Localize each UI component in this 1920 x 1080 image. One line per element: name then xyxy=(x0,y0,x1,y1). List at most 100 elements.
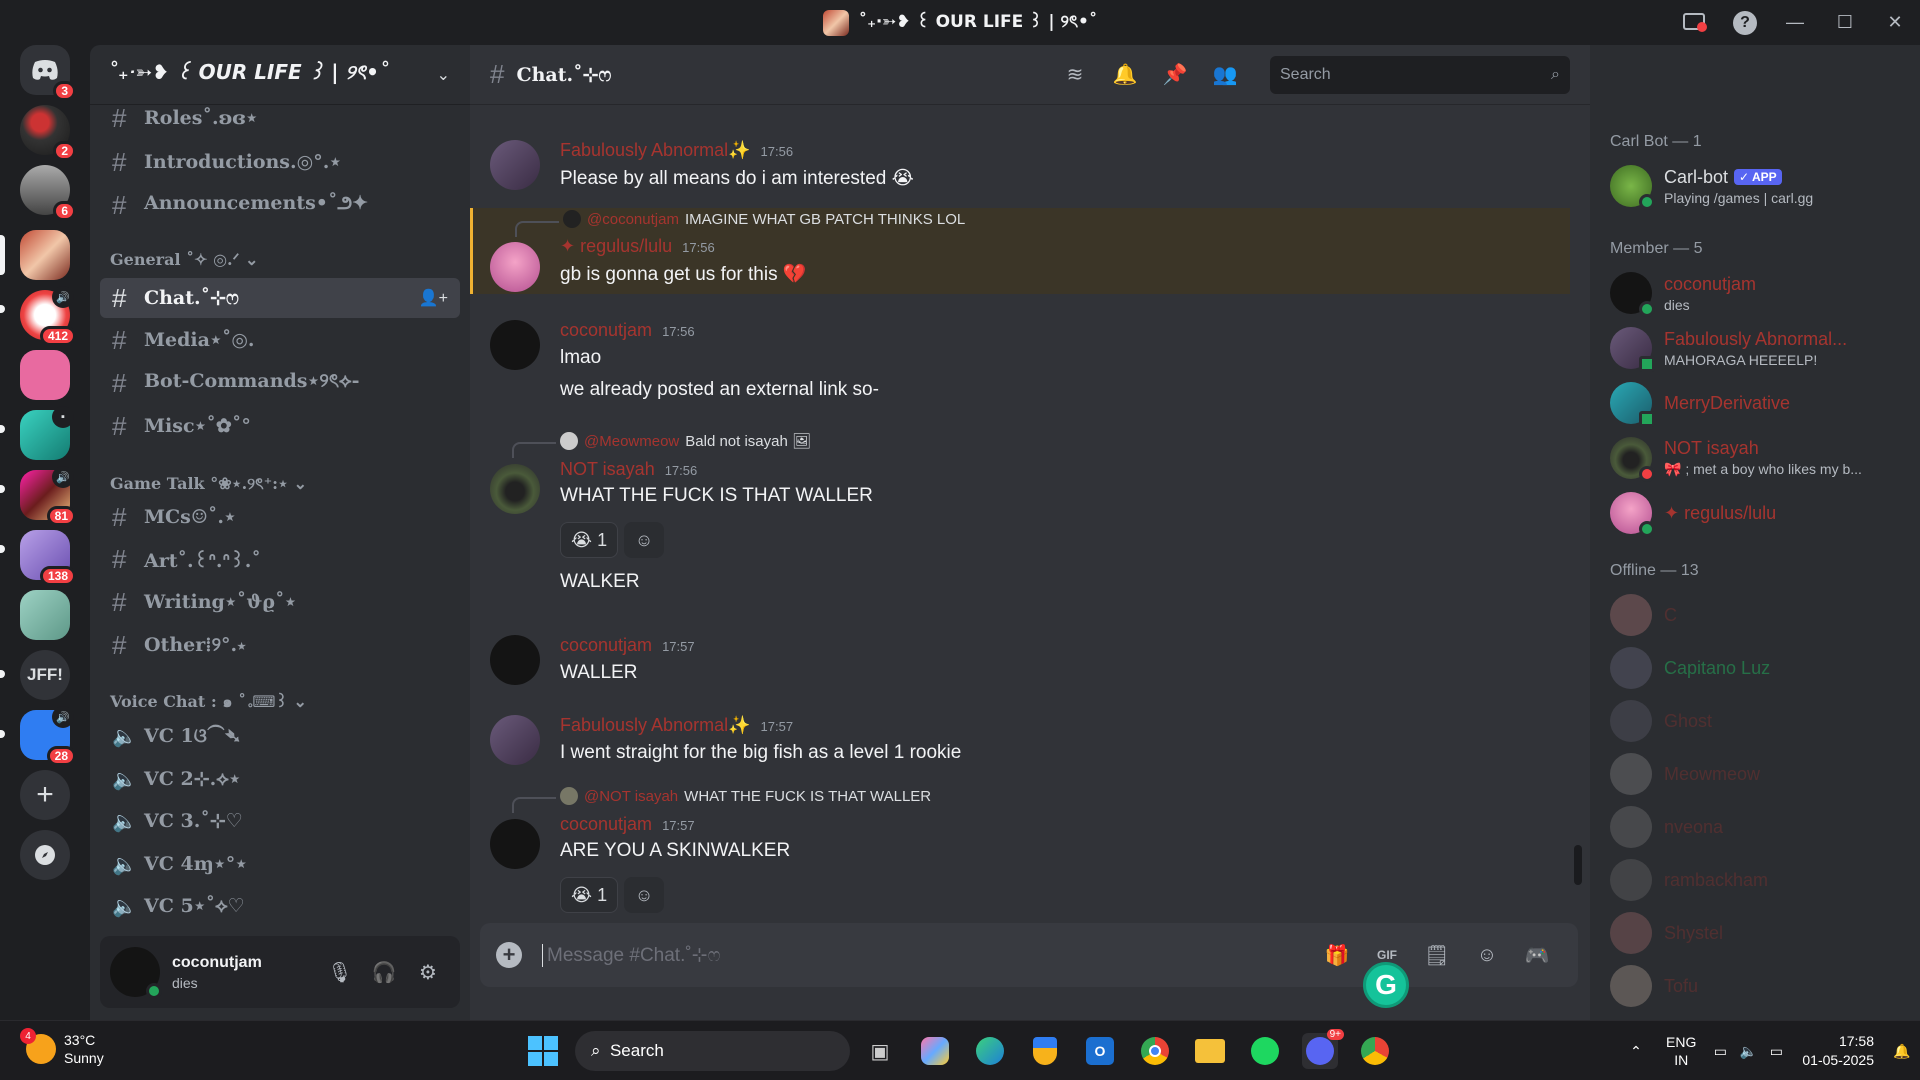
message-input[interactable]: Message #Chat.˚⊹ෆ xyxy=(542,943,1312,967)
server-icon[interactable]: 🔊 81 xyxy=(20,466,76,526)
medal-icon[interactable] xyxy=(1027,1033,1063,1069)
channel-item[interactable]: # Roles˚.ʚɞ⋆ xyxy=(100,98,460,138)
member-item[interactable]: MerryDerivative xyxy=(1610,378,1910,428)
scrollbar[interactable] xyxy=(1574,845,1582,885)
chrome-icon[interactable] xyxy=(1137,1033,1173,1069)
reaction-chip[interactable]: 😭 1 xyxy=(560,877,619,913)
member-item-offline[interactable]: Capitano Luz xyxy=(1610,643,1910,693)
reply-preview[interactable]: @NOT isayah WHAT THE FUCK IS THAT WALLER xyxy=(560,787,931,805)
server-icon[interactable] xyxy=(20,590,70,640)
server-icon[interactable]: 6 xyxy=(20,165,76,221)
channel-item[interactable]: # Bot-Commands⋆୨ৎ⟡- xyxy=(100,363,460,403)
avatar[interactable] xyxy=(490,320,540,370)
network-icon[interactable]: ▭ xyxy=(1706,1043,1734,1060)
avatar[interactable] xyxy=(490,635,540,685)
maximize-button[interactable]: ☐ xyxy=(1820,0,1870,45)
server-icon-our-life[interactable] xyxy=(20,230,70,280)
reply-preview[interactable]: @coconutjam IMAGINE WHAT GB PATCH THINKS … xyxy=(563,210,965,228)
message-author[interactable]: ✦ regulus/lulu 17:56 xyxy=(560,236,715,257)
add-reaction-icon[interactable]: ☺ xyxy=(624,877,665,913)
category-game-talk[interactable]: Game Talk °❀⋆.୨ৎ⁺:⋆ ⌄ xyxy=(110,471,307,498)
member-item-carl-bot[interactable]: Carl-bot ✓ APP Playing /games | carl.gg xyxy=(1610,161,1910,211)
channel-item-chat[interactable]: # Chat.˚⊹ෆ 👤+ xyxy=(100,278,460,318)
member-item[interactable]: Fabulously Abnormal... MAHORAGA HEEEELP! xyxy=(1610,323,1910,373)
category-voice-chat[interactable]: Voice Chat : ๑ ˚｡⌨꒱ ⌄ xyxy=(110,690,307,715)
avatar[interactable] xyxy=(490,140,540,190)
copilot-icon[interactable] xyxy=(917,1033,953,1069)
server-header[interactable]: ˚₊‧➳❥ ꒰ OUR LIFE ꒱ | ୨ৎ•˚ ⌄ xyxy=(90,45,470,105)
channel-item[interactable]: # Misc⋆˚✿˚° xyxy=(100,406,460,446)
channel-item[interactable]: # Announcements•˚౨✦ xyxy=(100,185,460,225)
member-item-offline[interactable]: Tofu xyxy=(1610,961,1910,1011)
grammarly-icon[interactable]: G xyxy=(1363,962,1409,1008)
headphones-icon[interactable]: 🎧 xyxy=(362,950,406,994)
file-explorer-icon[interactable] xyxy=(1192,1033,1228,1069)
pin-icon[interactable]: 📌 xyxy=(1150,62,1200,87)
avatar[interactable] xyxy=(490,242,540,292)
channel-item[interactable]: # Media⋆˚◎. xyxy=(100,320,460,360)
threads-icon[interactable]: ≋ xyxy=(1050,62,1100,87)
taskbar-search[interactable]: ⌕ Search xyxy=(575,1031,850,1071)
member-item-offline[interactable]: Shystel xyxy=(1610,908,1910,958)
avatar[interactable] xyxy=(490,715,540,765)
category-general[interactable]: General ˚✧ ◎.ᐟ ⌄ xyxy=(110,250,258,269)
voice-channel-item[interactable]: 🔈 VC 5⋆˚⟡♡ xyxy=(100,886,460,926)
message-author[interactable]: coconutjam 17:56 xyxy=(560,320,695,341)
gif-icon[interactable]: GIF xyxy=(1362,948,1412,962)
reaction-chip[interactable]: 😭 1 xyxy=(560,522,619,558)
battery-icon[interactable]: ▭ xyxy=(1762,1043,1790,1060)
message-author[interactable]: coconutjam 17:57 xyxy=(560,814,695,835)
edge-icon[interactable] xyxy=(972,1033,1008,1069)
member-item[interactable]: coconutjam dies xyxy=(1610,268,1910,318)
inbox-icon[interactable] xyxy=(1670,0,1720,45)
channel-item[interactable]: # Writing⋆˚ϑϱ˚⋆ xyxy=(100,582,460,622)
help-icon[interactable]: ? xyxy=(1720,0,1770,45)
channel-item[interactable]: # Introductions.◎°.⋆ xyxy=(100,142,460,182)
explore-button[interactable] xyxy=(20,830,70,880)
chevron-up-icon[interactable]: ⌃ xyxy=(1616,1043,1656,1060)
voice-channel-item[interactable]: 🔈 VC 1ଓ⁀➴ xyxy=(100,716,460,756)
avatar[interactable] xyxy=(490,819,540,869)
avatar[interactable] xyxy=(490,464,540,514)
discord-taskbar-icon[interactable]: 9+ xyxy=(1302,1029,1344,1069)
member-item-offline[interactable]: Ghost xyxy=(1610,696,1910,746)
chrome-profile-icon[interactable] xyxy=(1357,1033,1393,1069)
activities-gamepad-icon[interactable]: 🎮 xyxy=(1512,943,1562,968)
minimize-button[interactable]: — xyxy=(1770,0,1820,45)
message-author[interactable]: Fabulously Abnormal✨ 17:57 xyxy=(560,715,793,736)
server-icon[interactable] xyxy=(20,350,70,400)
voice-channel-item[interactable]: 🔈 VC 3.˚⊹♡ xyxy=(100,801,460,841)
channel-item[interactable]: # Other⁞୨°.⋆ xyxy=(100,625,460,665)
member-item[interactable]: NOT isayah 🎀 ; met a boy who likes my b..… xyxy=(1610,433,1910,483)
channel-item[interactable]: # Art˚.꒰ᐢ.ᐢ꒱.˚ xyxy=(100,539,460,579)
settings-gear-icon[interactable]: ⚙ xyxy=(406,950,450,994)
member-item[interactable]: ✦ regulus/lulu xyxy=(1610,488,1910,538)
invite-icon[interactable]: 👤+ xyxy=(419,288,448,308)
sticker-icon[interactable]: 🗒 xyxy=(1412,943,1462,968)
member-item-offline[interactable]: nveona xyxy=(1610,802,1910,852)
message-composer[interactable]: + Message #Chat.˚⊹ෆ 🎁 GIF 🗒 ☺ 🎮 xyxy=(480,923,1578,987)
dm-home-button[interactable]: 3 xyxy=(20,45,76,101)
gift-icon[interactable]: 🎁 xyxy=(1312,943,1362,968)
task-view-icon[interactable]: ▣ xyxy=(862,1033,898,1069)
microphone-icon[interactable]: 🎙 xyxy=(318,950,362,994)
avatar[interactable] xyxy=(110,947,162,999)
add-reaction-icon[interactable]: ☺ xyxy=(624,522,665,558)
bell-icon[interactable]: 🔔 xyxy=(1100,62,1150,87)
search-input[interactable]: Search ⌕ xyxy=(1270,55,1570,94)
server-icon-jff[interactable]: JFF! xyxy=(20,650,70,700)
clock[interactable]: 17:58 01-05-2025 xyxy=(1802,1032,1874,1070)
close-button[interactable]: ✕ xyxy=(1870,0,1920,45)
server-icon[interactable]: 2 xyxy=(20,105,76,161)
server-icon[interactable]: 🔊 412 xyxy=(20,286,76,346)
member-item-offline[interactable]: C xyxy=(1610,590,1910,640)
server-icon[interactable]: ▪ xyxy=(20,406,74,460)
server-icon[interactable]: 138 xyxy=(20,530,76,586)
channel-item[interactable]: # MCs☺˚.⋆ xyxy=(100,497,460,537)
message-author[interactable]: Fabulously Abnormal✨ 17:56 xyxy=(560,140,793,161)
emoji-icon[interactable]: ☺ xyxy=(1462,944,1512,967)
weather-widget[interactable]: 4 33°C Sunny xyxy=(20,1028,104,1067)
member-item-offline[interactable]: rambackham xyxy=(1610,855,1910,905)
server-icon[interactable]: 🔊 28 xyxy=(20,706,76,766)
voice-channel-item[interactable]: 🔈 VC 4ɱ⋆°⋆ xyxy=(100,844,460,884)
